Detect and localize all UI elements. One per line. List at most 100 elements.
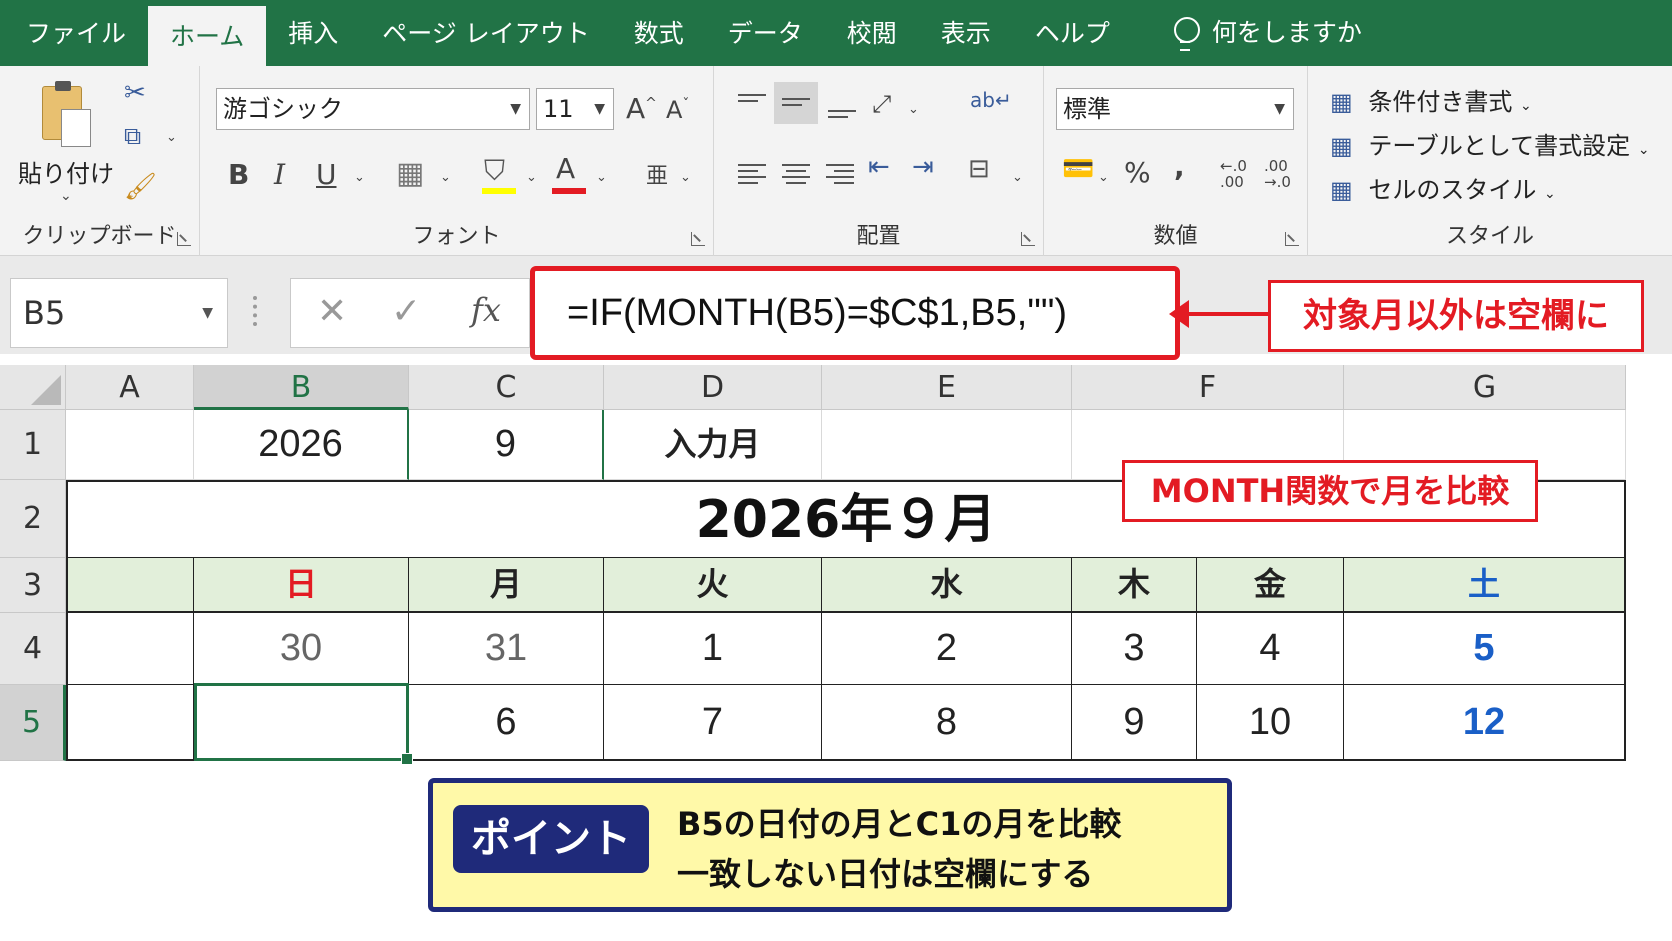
comma-style-button[interactable]: ,: [1174, 150, 1185, 183]
formula-bar-resize-handle[interactable]: [253, 296, 257, 326]
tell-me-search[interactable]: 何をしますか: [1152, 0, 1384, 66]
active-cell-selection[interactable]: [194, 683, 413, 765]
cell-b1[interactable]: 2026: [194, 410, 409, 480]
chevron-down-icon[interactable]: ⌄: [60, 188, 72, 204]
column-header-d[interactable]: D: [604, 365, 822, 410]
font-color-button[interactable]: A: [556, 152, 575, 185]
insert-function-icon[interactable]: fx: [471, 291, 501, 329]
cell-a3[interactable]: [66, 558, 194, 613]
paste-icon[interactable]: [42, 81, 91, 147]
column-header-e[interactable]: E: [822, 365, 1072, 410]
tab-view[interactable]: 表示: [919, 0, 1013, 66]
chevron-down-icon[interactable]: ⌄: [166, 130, 177, 145]
bold-button[interactable]: B: [228, 158, 249, 191]
column-header-g[interactable]: G: [1344, 365, 1626, 410]
align-middle-icon[interactable]: [782, 90, 810, 110]
conditional-formatting-button[interactable]: ▦ 条件付き書式 ⌄: [1330, 82, 1532, 117]
align-top-icon[interactable]: [738, 90, 766, 106]
cell-g5[interactable]: 12: [1344, 685, 1626, 761]
cell-e4[interactable]: 2: [822, 613, 1072, 685]
row-header-4[interactable]: 4: [0, 613, 66, 685]
font-name-select[interactable]: 游ゴシック ▼: [216, 88, 530, 130]
cell-d1[interactable]: 入力月: [604, 410, 822, 480]
cell-a5[interactable]: [66, 685, 194, 761]
column-header-f[interactable]: F: [1072, 365, 1344, 410]
weekday-sun[interactable]: 日: [194, 558, 409, 613]
cell-d4[interactable]: 1: [604, 613, 822, 685]
tab-file[interactable]: ファイル: [0, 0, 148, 66]
cell-c4[interactable]: 31: [409, 613, 604, 685]
borders-icon[interactable]: ▦: [396, 156, 424, 191]
weekday-thu[interactable]: 木: [1072, 558, 1197, 613]
weekday-tue[interactable]: 火: [604, 558, 822, 613]
format-painter-icon[interactable]: 🖌: [124, 172, 157, 202]
chevron-down-icon[interactable]: ⌄: [908, 102, 919, 117]
cell-g4[interactable]: 5: [1344, 613, 1626, 685]
orientation-icon[interactable]: ⤢: [872, 90, 891, 118]
align-center-icon[interactable]: [782, 160, 810, 188]
font-size-select[interactable]: 11 ▼: [536, 88, 614, 130]
copy-icon[interactable]: ⧉: [124, 122, 141, 150]
weekday-wed[interactable]: 水: [822, 558, 1072, 613]
row-header-2[interactable]: 2: [0, 480, 66, 558]
cell-f5b[interactable]: 10: [1197, 685, 1344, 761]
align-left-icon[interactable]: [738, 160, 766, 188]
dialog-launcher-icon[interactable]: [1285, 232, 1299, 246]
column-header-b[interactable]: B: [194, 365, 409, 410]
weekday-fri[interactable]: 金: [1197, 558, 1344, 613]
weekday-sat[interactable]: 土: [1344, 558, 1626, 613]
tab-page-layout[interactable]: ページ レイアウト: [360, 0, 611, 66]
cell-a1[interactable]: [66, 410, 194, 480]
chevron-down-icon[interactable]: ⌄: [354, 170, 365, 185]
tab-review[interactable]: 校閲: [825, 0, 919, 66]
column-header-c[interactable]: C: [409, 365, 604, 410]
merge-center-icon[interactable]: ⊟: [968, 154, 990, 184]
row-header-5[interactable]: 5: [0, 685, 66, 761]
underline-button[interactable]: U: [316, 158, 337, 191]
fill-color-icon[interactable]: ⛉: [484, 154, 505, 188]
increase-indent-icon[interactable]: ⇥: [912, 152, 934, 182]
cell-d5[interactable]: 7: [604, 685, 822, 761]
align-right-icon[interactable]: [826, 160, 854, 188]
format-as-table-button[interactable]: ▦ テーブルとして書式設定 ⌄: [1330, 126, 1650, 161]
chevron-down-icon[interactable]: ⌄: [1098, 170, 1109, 185]
tab-formulas[interactable]: 数式: [612, 0, 706, 66]
italic-button[interactable]: I: [274, 158, 285, 191]
accounting-format-icon[interactable]: 💳: [1062, 154, 1094, 184]
cell-styles-button[interactable]: ▦ セルのスタイル ⌄: [1330, 170, 1556, 205]
select-all-button[interactable]: [0, 365, 66, 410]
tab-help[interactable]: ヘルプ: [1013, 0, 1132, 66]
tab-insert[interactable]: 挿入: [266, 0, 360, 66]
chevron-down-icon[interactable]: ⌄: [596, 170, 607, 185]
align-bottom-icon[interactable]: [828, 100, 856, 122]
cell-e1[interactable]: [822, 410, 1072, 480]
column-header-a[interactable]: A: [66, 365, 194, 410]
dialog-launcher-icon[interactable]: [691, 232, 705, 246]
percent-style-button[interactable]: %: [1124, 156, 1151, 189]
phonetic-guide-icon[interactable]: 亜: [646, 158, 668, 190]
dialog-launcher-icon[interactable]: [177, 232, 191, 246]
cell-e5[interactable]: 8: [822, 685, 1072, 761]
chevron-down-icon[interactable]: ⌄: [526, 170, 537, 185]
number-format-select[interactable]: 標準 ▼: [1056, 88, 1294, 130]
paste-button[interactable]: 貼り付け: [18, 154, 114, 189]
cancel-icon[interactable]: ✕: [317, 291, 347, 332]
increase-decimal-button[interactable]: ←.0 .00: [1220, 158, 1250, 190]
grow-font-button[interactable]: A^: [626, 92, 657, 125]
row-header-1[interactable]: 1: [0, 410, 66, 480]
enter-icon[interactable]: ✓: [391, 291, 421, 332]
cell-c5[interactable]: 6: [409, 685, 604, 761]
row-header-3[interactable]: 3: [0, 558, 66, 613]
name-box[interactable]: B5 ▼: [10, 278, 228, 348]
cell-f5[interactable]: 9: [1072, 685, 1197, 761]
formula-input[interactable]: =IF(MONTH(B5)=$C$1,B5,""): [530, 266, 1180, 360]
tab-home[interactable]: ホーム: [148, 6, 267, 66]
cell-b4[interactable]: 30: [194, 613, 409, 685]
chevron-down-icon[interactable]: ⌄: [1012, 170, 1023, 185]
chevron-down-icon[interactable]: ⌄: [440, 170, 451, 185]
cell-f4b[interactable]: 4: [1197, 613, 1344, 685]
tab-data[interactable]: データ: [706, 0, 825, 66]
dialog-launcher-icon[interactable]: [1021, 232, 1035, 246]
decrease-indent-icon[interactable]: ⇤: [868, 152, 890, 182]
cell-a4[interactable]: [66, 613, 194, 685]
